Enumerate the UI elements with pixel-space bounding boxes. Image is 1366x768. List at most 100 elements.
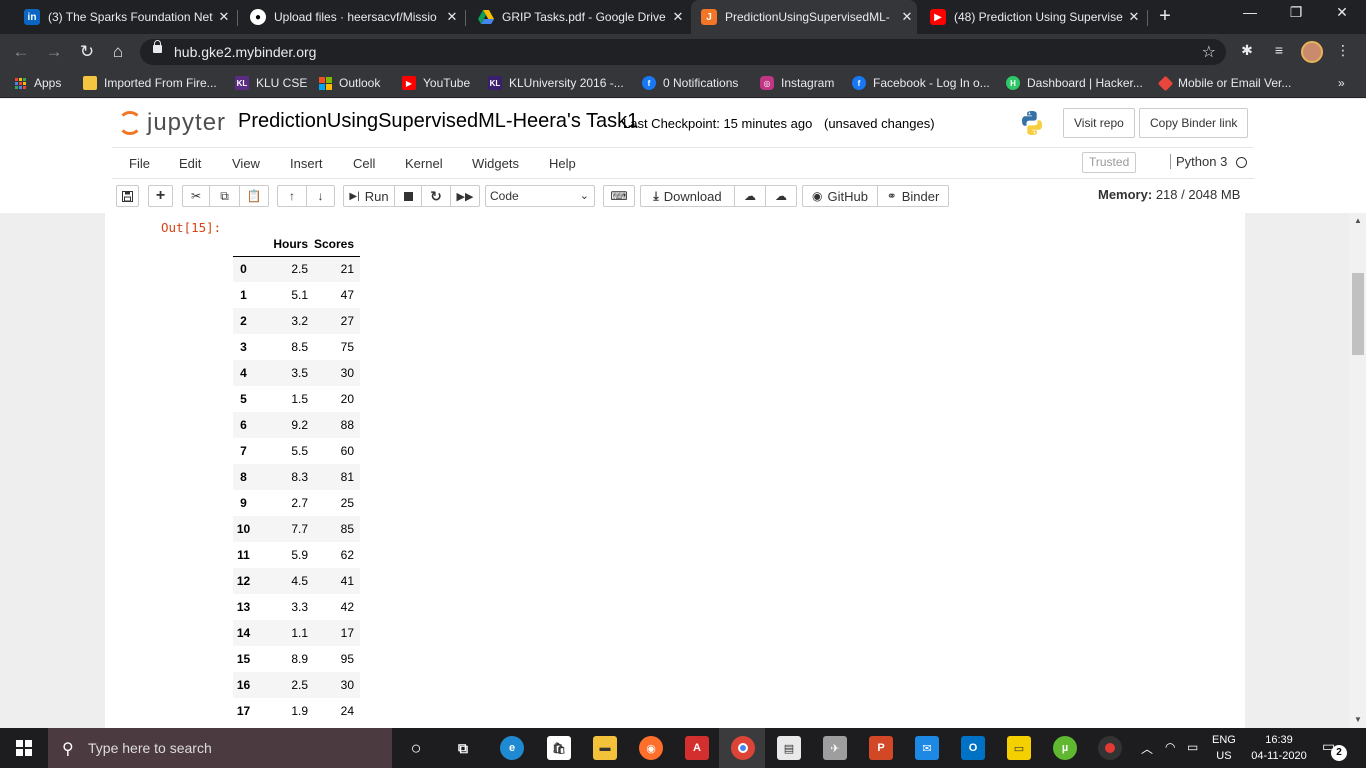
task-view-icon[interactable]: ⧉: [451, 736, 475, 760]
restart-icon[interactable]: ↻: [421, 185, 451, 207]
tab-grip-tasks[interactable]: GRIP Tasks.pdf - Google Drive ✕: [468, 0, 688, 34]
keyboard-icon[interactable]: ⌨: [603, 185, 635, 207]
store-icon[interactable]: 🛍: [547, 736, 571, 760]
system-clock[interactable]: 16:39 04-11-2020: [1249, 732, 1309, 764]
close-tab-icon[interactable]: ✕: [897, 9, 917, 25]
new-tab-button[interactable]: +: [1152, 4, 1178, 30]
screen-recorder-icon[interactable]: [1098, 736, 1122, 760]
close-tab-icon[interactable]: ✕: [214, 9, 234, 25]
scroll-up-icon[interactable]: ▲: [1350, 213, 1366, 229]
mail-icon[interactable]: ✉: [915, 736, 939, 760]
move-up-icon[interactable]: ↑: [277, 185, 307, 207]
bookmark-mobile-email[interactable]: Mobile or Email Ver...: [1157, 75, 1291, 91]
cloud-upload-icon[interactable]: ☁: [765, 185, 797, 207]
save-icon[interactable]: [116, 185, 139, 207]
close-window-icon[interactable]: ✕: [1319, 4, 1365, 21]
github-button[interactable]: ◉ GitHub: [802, 185, 878, 207]
close-tab-icon[interactable]: ✕: [1124, 9, 1144, 25]
menu-kernel[interactable]: Kernel: [405, 156, 443, 171]
menu-cell[interactable]: Cell: [353, 156, 375, 171]
menu-file[interactable]: File: [129, 156, 150, 171]
acrobat-icon[interactable]: A: [685, 736, 709, 760]
bookmark-imported[interactable]: Imported From Fire...: [83, 76, 217, 90]
run-button[interactable]: ▶| Run: [343, 185, 395, 207]
python-logo-icon: [1022, 111, 1042, 135]
cloud-download-icon[interactable]: ☁: [734, 185, 766, 207]
bookmark-youtube[interactable]: ▶ YouTube: [402, 76, 470, 90]
insert-cell-icon[interactable]: +: [148, 185, 173, 207]
bookmark-outlook[interactable]: Outlook: [319, 76, 380, 90]
bookmark-notifications[interactable]: f 0 Notifications: [642, 76, 738, 90]
bookmark-hackerrank[interactable]: H Dashboard | Hacker...: [1006, 76, 1143, 90]
tab-upload-files[interactable]: ● Upload files · heersacvf/Missio ✕: [240, 0, 462, 34]
powerpoint-icon[interactable]: P: [869, 736, 893, 760]
taskbar-search[interactable]: ⚲ Type here to search: [48, 728, 392, 768]
bookmark-instagram[interactable]: ◎ Instagram: [760, 76, 834, 90]
chrome-icon[interactable]: [731, 736, 755, 760]
language-indicator[interactable]: ENG US: [1212, 732, 1236, 764]
reload-icon[interactable]: ↻: [75, 40, 99, 64]
menu-edit[interactable]: Edit: [179, 156, 201, 171]
binder-button[interactable]: ⚭ Binder: [877, 185, 949, 207]
cortana-icon[interactable]: ○: [404, 736, 428, 760]
battery-icon[interactable]: ▭: [1187, 740, 1198, 754]
action-center-button[interactable]: ▭ 2: [1322, 738, 1347, 761]
menu-help[interactable]: Help: [549, 156, 576, 171]
outlook-icon[interactable]: O: [961, 736, 985, 760]
tab-prediction-notebook[interactable]: J PredictionUsingSupervisedML- ✕: [691, 0, 917, 34]
back-icon[interactable]: ←: [9, 40, 33, 64]
interrupt-icon[interactable]: [394, 185, 422, 207]
download-button[interactable]: ⤓ Download: [640, 185, 735, 207]
copy-icon[interactable]: ⧉: [209, 185, 240, 207]
cut-icon[interactable]: ✂: [182, 185, 210, 207]
extensions-icon[interactable]: ✱: [1237, 42, 1257, 62]
menu-widgets[interactable]: Widgets: [472, 156, 519, 171]
scores-cell: 41: [340, 574, 354, 588]
visit-repo-button[interactable]: Visit repo: [1063, 108, 1135, 138]
restart-run-all-icon[interactable]: ▶▶: [450, 185, 480, 207]
wifi-icon[interactable]: ◠: [1165, 740, 1175, 754]
scroll-down-icon[interactable]: ▼: [1350, 712, 1366, 728]
notebook-name[interactable]: PredictionUsingSupervisedML-Heera's Task…: [238, 110, 638, 133]
cell-type-select[interactable]: Code ⌄: [485, 185, 595, 207]
scrollbar-thumb[interactable]: [1352, 273, 1364, 355]
trusted-badge[interactable]: Trusted: [1082, 152, 1137, 173]
minimize-icon[interactable]: —: [1227, 4, 1273, 20]
tab-youtube-video[interactable]: ▶ (48) Prediction Using Supervise ✕: [920, 0, 1144, 34]
more-bookmarks-button[interactable]: »: [1338, 76, 1345, 90]
close-tab-icon[interactable]: ✕: [442, 9, 462, 25]
menu-insert[interactable]: Insert: [290, 156, 323, 171]
jupyter-logo[interactable]: jupyter: [118, 109, 226, 137]
paste-icon[interactable]: 📋: [239, 185, 269, 207]
document-app-icon[interactable]: ▤: [777, 736, 801, 760]
show-hidden-icons-icon[interactable]: ︿: [1141, 740, 1153, 757]
close-tab-icon[interactable]: ✕: [668, 9, 688, 25]
firefox-icon[interactable]: ◉: [639, 736, 663, 760]
tab-sparks-foundation[interactable]: in (3) The Sparks Foundation Net ✕: [14, 0, 234, 34]
bookmark-star-icon[interactable]: ☆: [1202, 42, 1216, 62]
bookmark-facebook[interactable]: f Facebook - Log In o...: [852, 76, 990, 90]
sticky-notes-icon[interactable]: ▭: [1007, 736, 1031, 760]
bookmark-klu-cse[interactable]: KL KLU CSE: [235, 76, 307, 90]
photos-app-icon[interactable]: ✈: [823, 736, 847, 760]
media-control-icon[interactable]: ≡: [1269, 42, 1289, 62]
hours-cell: 1.1: [291, 626, 308, 640]
table-row: 12 4.5 41: [233, 568, 360, 594]
start-button[interactable]: [0, 728, 48, 768]
home-icon[interactable]: ⌂: [106, 40, 130, 64]
file-explorer-icon[interactable]: ▬: [593, 736, 617, 760]
menu-view[interactable]: View: [232, 156, 260, 171]
address-bar[interactable]: hub.gke2.mybinder.org ☆: [140, 39, 1226, 65]
profile-avatar[interactable]: [1301, 41, 1323, 63]
edge-icon[interactable]: e: [500, 736, 524, 760]
scores-cell: 30: [340, 678, 354, 692]
move-down-icon[interactable]: ↓: [306, 185, 335, 207]
copy-binder-link-button[interactable]: Copy Binder link: [1139, 108, 1249, 138]
forward-icon[interactable]: →: [42, 40, 66, 64]
bookmark-apps[interactable]: Apps: [15, 76, 61, 90]
bookmark-kluniversity[interactable]: KL KLUniversity 2016 -...: [488, 76, 624, 90]
vertical-scrollbar[interactable]: ▲ ▼: [1350, 213, 1366, 728]
utorrent-icon[interactable]: µ: [1053, 736, 1077, 760]
restore-icon[interactable]: ❐: [1273, 4, 1319, 21]
chrome-menu-icon[interactable]: ⋮: [1333, 42, 1353, 62]
